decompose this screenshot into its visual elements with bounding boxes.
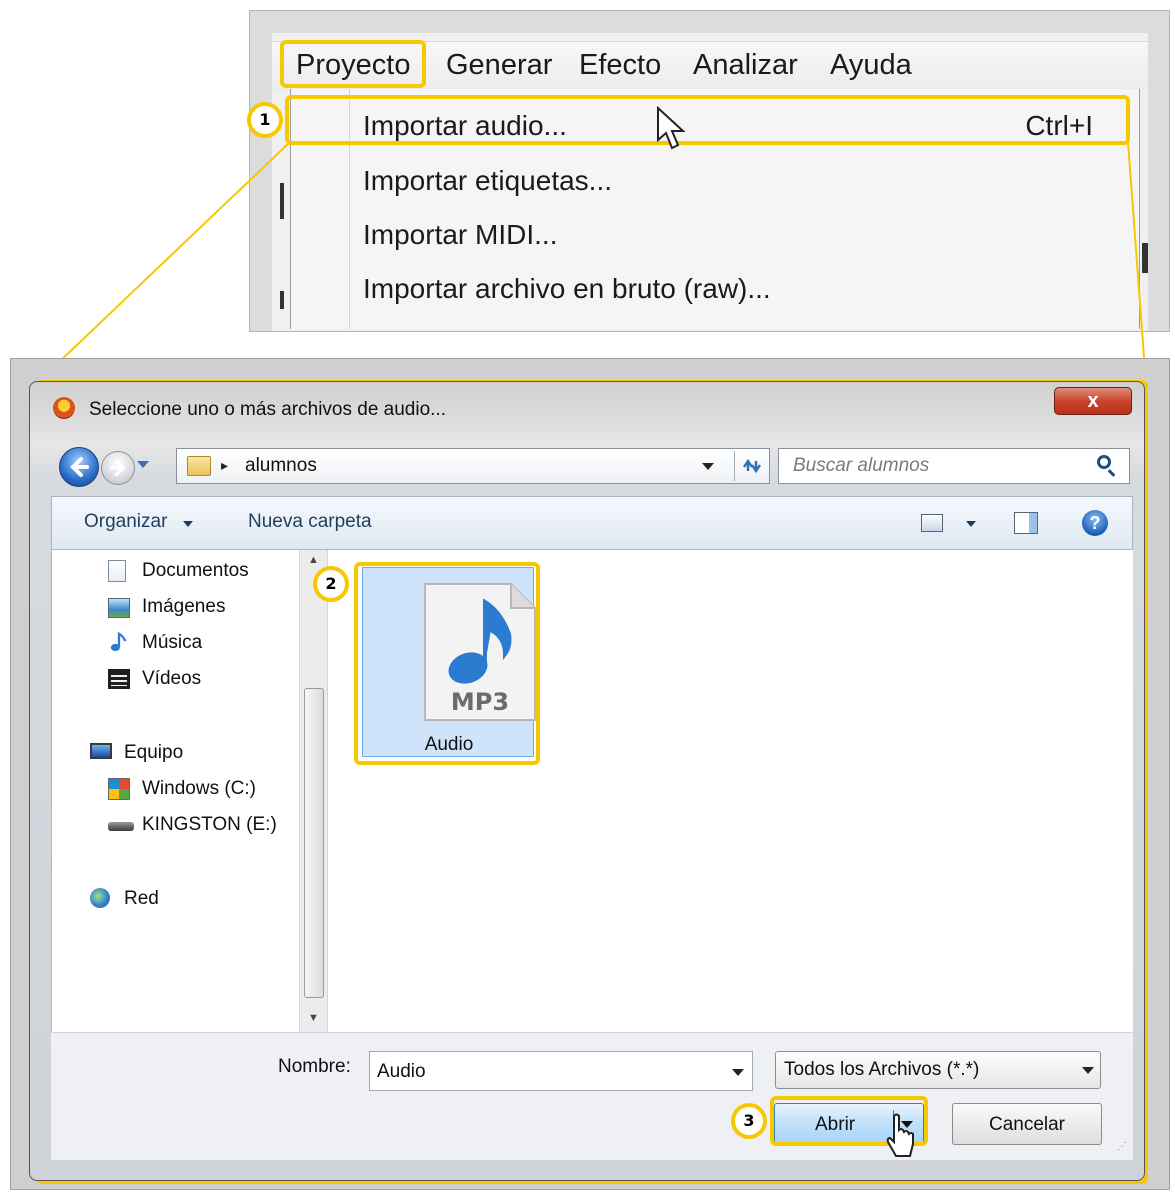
scroll-down-icon[interactable]: ▼ xyxy=(308,1012,319,1024)
command-bar: Organizar Nueva carpeta ? xyxy=(51,496,1133,550)
usb-drive-icon xyxy=(108,822,134,831)
organize-button[interactable]: Organizar xyxy=(84,511,167,533)
nav-item-label: Imágenes xyxy=(142,596,226,617)
chevron-down-icon[interactable] xyxy=(732,1069,744,1076)
arrow-right-icon xyxy=(109,459,126,477)
dialog-title: Seleccione uno o más archivos de audio..… xyxy=(89,399,446,420)
preview-pane-icon[interactable] xyxy=(1014,512,1038,534)
new-folder-button[interactable]: Nueva carpeta xyxy=(248,511,372,533)
hand-pointer-icon xyxy=(886,1113,914,1157)
network-icon xyxy=(90,888,110,908)
nav-item-label: Música xyxy=(142,632,203,653)
chevron-down-icon[interactable] xyxy=(702,463,714,470)
nav-item-label: Vídeos xyxy=(142,668,202,689)
organize-chevron-icon xyxy=(183,521,193,527)
filename-value: Audio xyxy=(377,1061,426,1082)
callout-badge-2: 2 xyxy=(313,566,349,602)
file-type-value: Todos los Archivos (*.*) xyxy=(784,1059,980,1080)
cancel-button[interactable]: Cancelar xyxy=(952,1103,1102,1145)
address-bar[interactable]: ▸ alumnos xyxy=(176,448,770,484)
video-icon xyxy=(108,669,130,689)
audacity-icon xyxy=(53,397,75,419)
document-icon xyxy=(108,560,126,582)
search-placeholder: Buscar alumnos xyxy=(793,455,930,476)
cancel-label: Cancelar xyxy=(988,1114,1066,1135)
nav-item-label: Documentos xyxy=(142,560,249,581)
breadcrumb-separator-icon[interactable]: ▸ xyxy=(221,457,228,474)
nav-item-label: KINGSTON (E:) xyxy=(142,814,277,835)
file-type-select[interactable]: Todos los Archivos (*.*) xyxy=(775,1051,1101,1089)
open-file-dialog: Seleccione uno o más archivos de audio..… xyxy=(29,381,1145,1181)
view-chevron-icon[interactable] xyxy=(966,521,976,527)
pictures-icon xyxy=(108,598,130,618)
callout-badge-3: 3 xyxy=(731,1103,767,1139)
recent-locations-chevron-icon[interactable] xyxy=(137,461,149,468)
nav-item-label: Windows (C:) xyxy=(142,778,257,799)
search-icon[interactable] xyxy=(1097,455,1111,469)
navigation-pane: Documentos Imágenes Música Vídeos Equipo… xyxy=(51,550,327,1032)
close-button[interactable]: x xyxy=(1054,387,1132,415)
computer-icon xyxy=(90,743,112,759)
forward-button[interactable] xyxy=(101,451,135,485)
music-note-icon xyxy=(110,632,127,652)
arrow-left-icon xyxy=(70,457,89,477)
highlight-audio-file xyxy=(354,562,540,765)
nav-item-label: Red xyxy=(124,888,159,909)
navigation-scrollbar[interactable]: ▲ ▼ xyxy=(299,550,327,1032)
help-icon[interactable]: ? xyxy=(1082,510,1108,536)
filename-label: Nombre: xyxy=(278,1056,351,1077)
refresh-button[interactable] xyxy=(734,451,768,481)
chevron-down-icon xyxy=(1082,1067,1094,1074)
scroll-up-icon[interactable]: ▲ xyxy=(308,554,319,566)
change-view-icon[interactable] xyxy=(921,514,943,532)
folder-icon xyxy=(187,456,211,476)
back-button[interactable] xyxy=(59,447,99,487)
windows-drive-icon xyxy=(108,778,130,800)
breadcrumb-alumnos[interactable]: alumnos xyxy=(245,455,317,477)
scrollbar-thumb[interactable] xyxy=(304,688,324,998)
filename-input[interactable]: Audio xyxy=(369,1051,753,1091)
dialog-footer: Nombre: Audio Todos los Archivos (*.*) A… xyxy=(51,1032,1133,1160)
nav-item-label: Equipo xyxy=(124,742,184,763)
resize-grip-icon[interactable]: ⋰ xyxy=(1117,1141,1127,1152)
search-field[interactable]: Buscar alumnos xyxy=(778,448,1130,484)
refresh-icon xyxy=(742,458,761,474)
